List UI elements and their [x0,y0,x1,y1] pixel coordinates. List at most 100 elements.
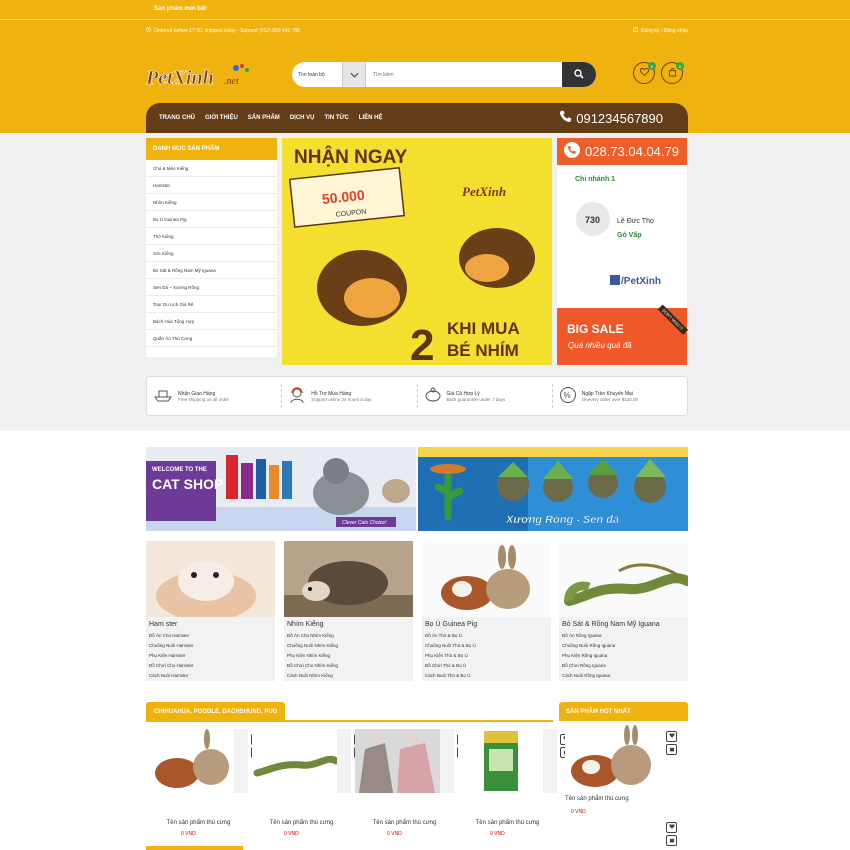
category-card-link[interactable]: Cách Nuôi Nhím Kiểng [284,671,413,681]
category-card-link[interactable]: Đồ Ăn Cho Hamster [146,631,275,641]
category-card[interactable]: Bò Sát & Rồng Nam Mỹ Iguana Đồ Ăn Rồng I… [559,541,688,681]
user-icon [633,27,638,34]
category-card-link[interactable]: Phụ Kiện Thỏ & Bọ Ú [422,651,551,661]
category-item[interactable]: Chó & Mèo Kiểng [146,160,277,177]
category-item[interactable]: Quần Áo Thú Cưng [146,330,277,347]
heart-icon [668,824,675,831]
site-logo[interactable]: PetXinh .net [145,62,252,90]
wishlist-button[interactable] [666,822,677,833]
cat-shop-banner[interactable]: WELCOME TO THE CAT SHOP Clever Cats Choi… [146,447,416,531]
category-card-link[interactable]: Đồ Chơi Rồng Iguana [559,661,688,671]
wishlist-button[interactable]: 0 [633,62,656,84]
category-card[interactable]: Nhím Kiểng Đồ Ăn Cho Nhím Kiểng Chuồng N… [284,541,413,681]
product-image [458,729,557,793]
category-card-link[interactable]: Chuồng Nuôi Hamster [146,641,275,651]
nav-menu: TRANG CHỦ GIỚI THIỆU SẢN PHẨM DỊCH VỤ TI… [159,103,382,133]
category-card-link[interactable]: Chuồng Nuôi Nhím Kiểng [284,641,413,651]
shipping-info: Ordered before 17:30, shipped today - Su… [146,27,300,34]
category-card-link[interactable]: Cách Nuôi Hamster [146,671,275,681]
feature-subtitle: Support online 24 hours a day [311,396,372,402]
category-card-link[interactable]: Đồ Ăn Rồng Iguana [559,631,688,641]
product-name[interactable]: Tên sản phẩm thú cưng [355,820,454,826]
promo-banner-image: NHẬN NGAY 50.000 COUPON PetXinh 2 KHI MU… [282,138,552,365]
category-card[interactable]: Ham ster Đồ Ăn Cho Hamster Chuồng Nuôi H… [146,541,275,681]
shipping-info-text: Ordered before 17:30, shipped today - Su… [154,27,300,34]
nav-item-contact[interactable]: LIÊN HỆ [359,115,383,121]
category-item[interactable]: Nhím Kiểng [146,194,277,211]
category-card-link[interactable]: Chuồng Nuôi Rồng Iguana [559,641,688,651]
add-to-cart-button[interactable] [666,744,677,755]
account-links[interactable]: Đăng ký / Đăng nhập [633,27,688,34]
hot-product-price: 0 VND [571,809,586,815]
search-icon [574,68,584,81]
cat-banner-shop: CAT SHOP [152,476,223,492]
cart-button[interactable]: 0 [661,62,684,84]
category-card-link[interactable]: Đồ Ăn Cho Nhím Kiểng [284,631,413,641]
category-card-link[interactable]: Đồ Chơi Cho Nhím Kiểng [284,661,413,671]
category-card-link[interactable]: Đồ Chơi Thỏ & Bọ Ú [422,661,551,671]
category-item[interactable]: Sen Đá – Xương Rồng [146,279,277,296]
product-card[interactable]: Tên sản phẩm thú cưng 0 VND [458,729,571,844]
category-card-name: Bò Sát & Rồng Nam Mỹ Iguana [559,617,688,631]
tab-dog-breeds[interactable]: CHIHUAHUA, POODLE, DACHSHUND, PUG [146,702,286,721]
category-card-link[interactable]: Đồ Chơi Cho Hamster [146,661,275,671]
category-card-link[interactable]: Chuồng Nuôi Thỏ & Bọ Ú [422,641,551,651]
nav-item-about[interactable]: GIỚI THIỆU [205,115,238,121]
hot-product-image[interactable] [565,725,660,793]
wishlist-button[interactable] [666,731,677,742]
category-item[interactable]: Bò Sát & Rồng Nam Mỹ Iguana [146,262,277,279]
product-name[interactable]: Tên sản phẩm thú cưng [252,820,351,826]
support-agent-icon [288,386,306,406]
nav-item-news[interactable]: TIN TỨC [324,115,348,121]
category-card-link[interactable]: Phụ Kiện Rồng Iguana [559,651,688,661]
nav-item-services[interactable]: DỊCH VỤ [290,115,315,121]
category-card[interactable]: Bọ Ú Guinea Pig Đồ Ăn Thỏ & Bọ Ú Chuồng … [422,541,551,681]
cart-icon [669,746,675,754]
nav-phone[interactable]: 091234567890 [559,110,663,126]
category-card-name: Bọ Ú Guinea Pig [422,617,551,631]
branch-banner[interactable]: Chi nhánh 1 730 Lê Đức Thọ Gò Vấp /PetXi… [557,165,687,308]
account-links-text[interactable]: Đăng ký / Đăng nhập [641,28,688,34]
topbar-title[interactable]: Sản phẩm mới bật [154,6,206,12]
big-sale-banner[interactable]: BIG SALE Quá nhiều quá đã DON'T MISS IT [557,304,689,365]
category-item[interactable]: Bách Hóa Tổng Hợp [146,313,277,330]
top-bar [0,0,850,44]
hot-product-name[interactable]: Tên sản phẩm thú cưng [565,796,629,802]
feature-item: % Ngập Tràn Khuyến Mại Onevery order over… [553,384,687,408]
category-item[interactable]: Sóc Kiểng [146,245,277,262]
hotline-banner[interactable]: 028.73.04.04.79 [557,138,687,165]
next-section-tab [146,846,243,850]
category-item[interactable]: Bọ Ú Guinea Pig [146,211,277,228]
category-card-link[interactable]: Phụ Kiện Hamster [146,651,275,661]
section-divider [146,720,553,722]
chevron-down-icon[interactable] [342,62,366,87]
phone-icon [559,110,572,126]
category-card-link[interactable]: Đồ Ăn Thỏ & Bọ Ú [422,631,551,641]
product-name[interactable]: Tên sản phẩm thú cưng [458,820,557,826]
piggy-bank-icon [424,387,442,405]
category-item[interactable]: Hamster [146,177,277,194]
category-card-link[interactable]: Cách Nuôi Thỏ & Bọ Ú [422,671,551,681]
nav-item-home[interactable]: TRANG CHỦ [159,115,195,121]
category-card-name: Ham ster [146,617,275,631]
product-card[interactable]: Tên sản phẩm thú cưng 0 VND [355,729,468,844]
category-item[interactable]: Thỏ Kiểng [146,228,277,245]
search-button[interactable] [562,62,596,87]
category-card-link[interactable]: Phụ Kiện Nhím Kiểng [284,651,413,661]
feature-subtitle: Onevery order over $120.00 [581,396,639,402]
product-image [149,729,248,793]
heart-icon [668,733,675,740]
search-category-select[interactable]: Tìm toàn bộ [292,62,342,87]
add-to-cart-button[interactable] [666,835,677,846]
product-card[interactable]: Tên sản phẩm thú cưng 0 VND [252,729,365,844]
cactus-banner[interactable]: Xương Rồng - Sen đá [418,447,688,531]
search-input[interactable] [366,62,562,87]
category-item[interactable]: Tour Du Lịch Giá Rẻ [146,296,277,313]
promo-slider[interactable]: NHẬN NGAY 50.000 COUPON PetXinh 2 KHI MU… [282,138,552,365]
nav-item-products[interactable]: SẢN PHẨM [248,115,280,121]
cat-banner-welcome: WELCOME TO THE [152,467,207,473]
svg-text:PetXinh: PetXinh [146,67,214,89]
product-card[interactable]: Tên sản phẩm thú cưng 0 VND [149,729,262,844]
category-card-link[interactable]: Cách Nuôi Rồng Iguana [559,671,688,681]
product-name[interactable]: Tên sản phẩm thú cưng [149,820,248,826]
